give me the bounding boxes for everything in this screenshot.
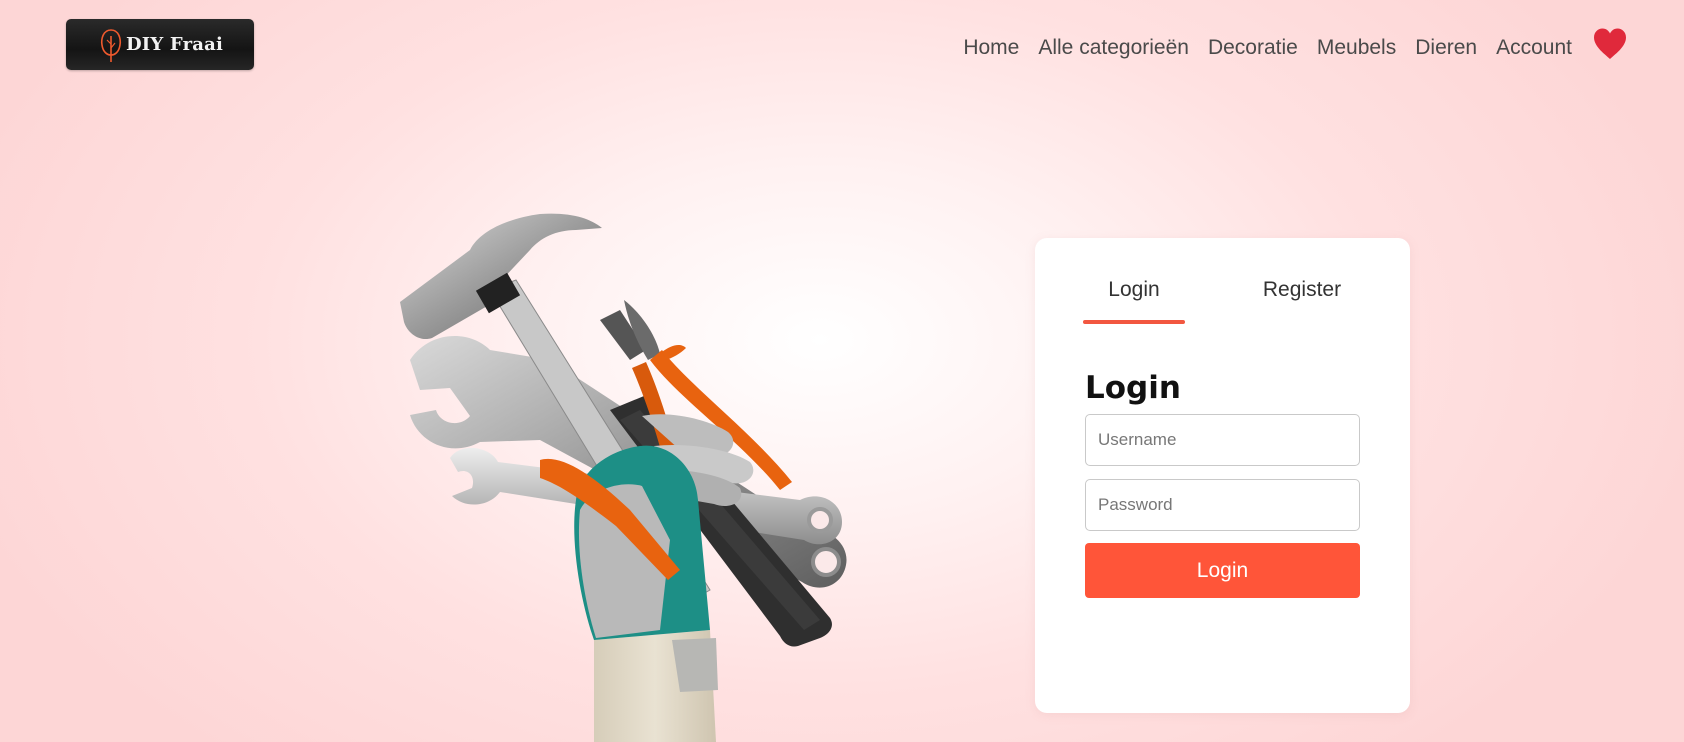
heart-icon[interactable] (1592, 27, 1628, 61)
form-title: Login (1085, 370, 1181, 406)
username-input[interactable] (1085, 414, 1360, 466)
nav-dieren[interactable]: Dieren (1415, 33, 1477, 63)
nav-alle-categorieen[interactable]: Alle categorieën (1038, 33, 1189, 63)
auth-card: Login Register Login Login (1035, 238, 1410, 713)
nav-account[interactable]: Account (1496, 33, 1572, 63)
nav-decoratie[interactable]: Decoratie (1208, 33, 1298, 63)
main-nav: Home Alle categorieën Decoratie Meubels … (944, 33, 1572, 63)
tab-register[interactable]: Register (1240, 278, 1364, 302)
login-button[interactable]: Login (1085, 543, 1360, 598)
nav-home[interactable]: Home (963, 33, 1019, 63)
nav-meubels[interactable]: Meubels (1317, 33, 1396, 63)
logo-text: DIY Fraai (125, 34, 224, 55)
tab-login[interactable]: Login (1083, 278, 1185, 302)
tree-logo-icon (100, 28, 121, 62)
active-tab-indicator (1083, 320, 1185, 324)
password-input[interactable] (1085, 479, 1360, 531)
site-logo[interactable]: DIY Fraai (66, 19, 254, 70)
hand-holding-tools-image (400, 213, 847, 742)
